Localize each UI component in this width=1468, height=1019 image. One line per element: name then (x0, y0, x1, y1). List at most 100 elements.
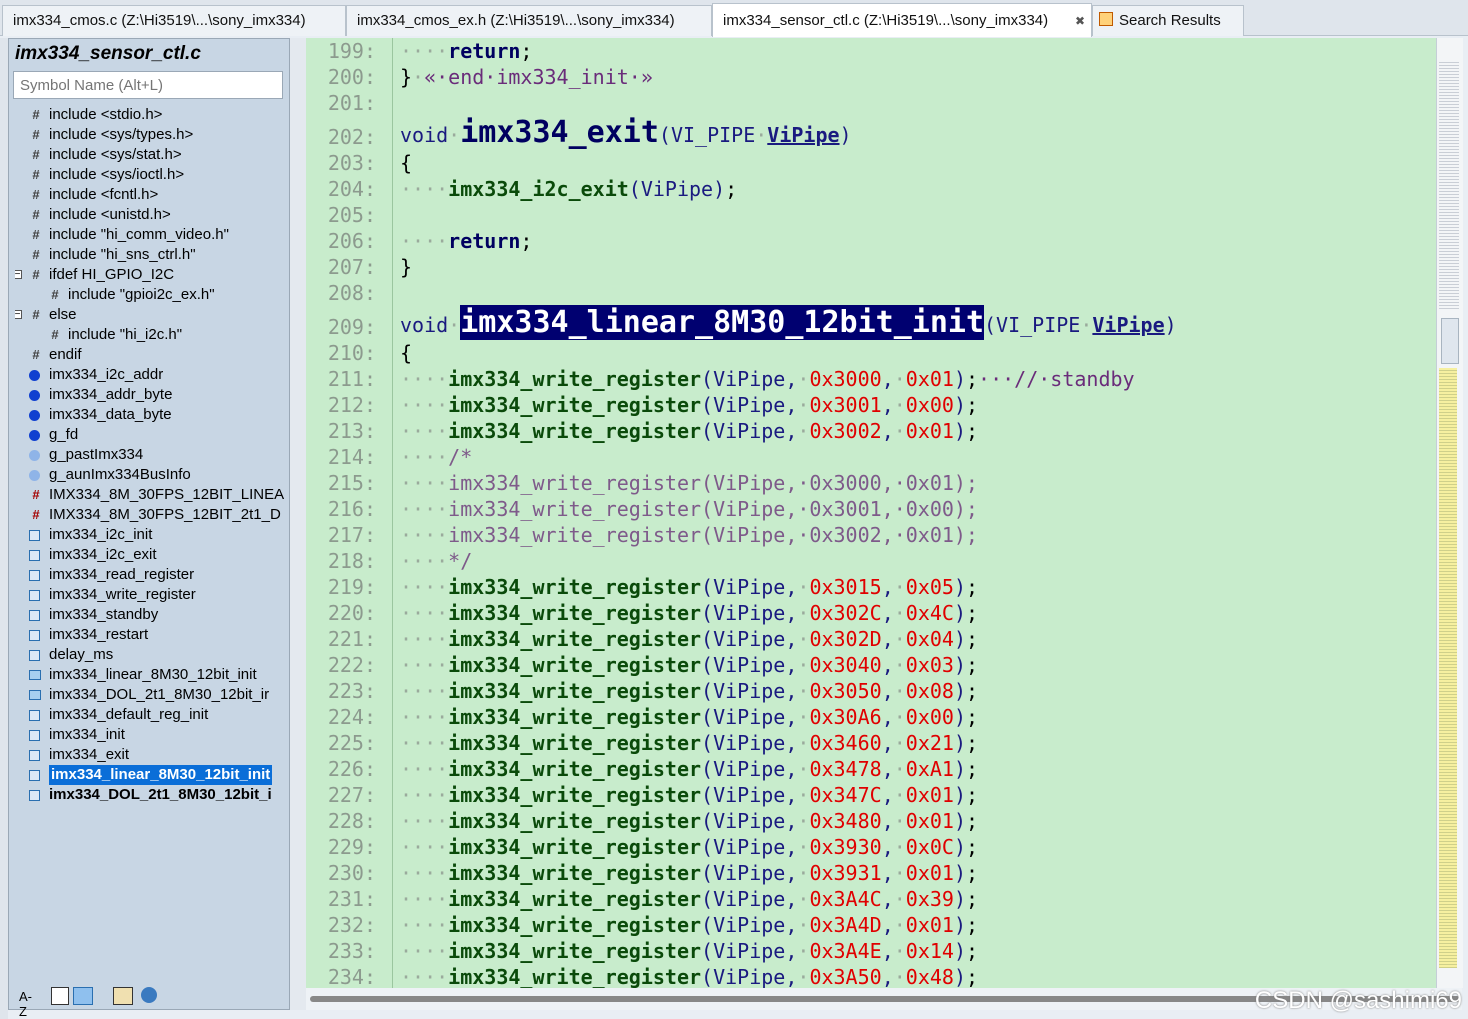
code-line[interactable]: ····imx334_write_register(ViPipe,·0x3040… (400, 652, 978, 678)
window-edge (0, 38, 8, 1019)
code-line[interactable]: }·«·end·imx334_init·» (400, 64, 653, 90)
code-line[interactable]: ····imx334_write_register(ViPipe,·0x3015… (400, 574, 978, 600)
code-line[interactable]: ····imx334_write_register(ViPipe,·0x347C… (400, 782, 978, 808)
symbol-label: imx334_init (49, 726, 125, 743)
tab-imx334-cmos-ex-h[interactable]: imx334_cmos_ex.h (Z:\Hi3519\...\sony_imx… (346, 5, 712, 36)
symbol-label: ifdef HI_GPIO_I2C (49, 266, 175, 283)
line-number: 220: (327, 601, 376, 625)
symbol-label: include <sys/ioctl.h> (49, 166, 185, 183)
code-line[interactable]: ····imx334_write_register(ViPipe,·0x30A6… (400, 704, 978, 730)
code-line[interactable]: ····imx334_write_register(ViPipe,·0x3931… (400, 860, 978, 886)
collapse-icon[interactable]: − (15, 310, 22, 320)
code-line[interactable]: } (400, 254, 412, 280)
code-line[interactable]: ····imx334_write_register(ViPipe,·0x3002… (400, 418, 978, 444)
code-line[interactable]: { (400, 150, 412, 176)
book-icon[interactable] (113, 987, 133, 1005)
hash-icon: # (32, 127, 40, 142)
code-line[interactable]: ····imx334_write_register(ViPipe,·0x3A4C… (400, 886, 978, 912)
code-line[interactable]: ····imx334_write_register(ViPipe,·0x3460… (400, 730, 978, 756)
code-line[interactable]: ····imx334_i2c_exit(ViPipe); (400, 176, 737, 202)
line-number: 227: (327, 783, 376, 807)
symbol-label: imx334_linear_8M30_12bit_init (49, 765, 273, 785)
code-line[interactable]: ····imx334_write_register(ViPipe,·0x302D… (400, 626, 978, 652)
scrollbar-thumb[interactable] (1441, 318, 1459, 364)
function-icon (29, 710, 40, 721)
symbol-label: imx334_addr_byte (49, 386, 173, 403)
code-line[interactable]: ····imx334_write_register(ViPipe,·0x3A50… (400, 964, 978, 988)
symbol-label: IMX334_8M_30FPS_12BIT_LINEA (49, 486, 285, 503)
code-line[interactable]: void·imx334_linear_8M30_12bit_init(VI_PI… (400, 305, 1177, 342)
code-line[interactable]: ····/* (400, 444, 472, 470)
function-decl-icon (29, 690, 41, 700)
hash-icon: # (32, 167, 40, 182)
line-number: 217: (327, 523, 376, 547)
function-icon (29, 770, 40, 781)
tab-label: Search Results (1119, 12, 1221, 29)
code-line[interactable]: ····imx334_write_register(ViPipe,·0x3000… (400, 366, 1135, 392)
code-line[interactable]: ····imx334_write_register(ViPipe,·0x3001… (400, 496, 978, 522)
category-view-icon[interactable] (73, 987, 93, 1005)
code-line[interactable]: { (400, 340, 412, 366)
hash-icon: # (32, 207, 40, 222)
tab-imx334-sensor-ctl-c[interactable]: imx334_sensor_ctl.c (Z:\Hi3519\...\sony_… (712, 3, 1092, 37)
line-number: 222: (327, 653, 376, 677)
symbol-label: imx334_i2c_addr (49, 366, 164, 383)
line-number: 213: (327, 419, 376, 443)
code-line[interactable]: ····return; (400, 228, 532, 254)
code-line[interactable]: ····imx334_write_register(ViPipe,·0x3930… (400, 834, 978, 860)
variable-icon (29, 430, 40, 441)
function-icon (29, 550, 40, 561)
gear-icon[interactable] (141, 987, 157, 1003)
line-number: 221: (327, 627, 376, 651)
code-line[interactable]: ····return; (400, 38, 532, 64)
symbol-label: else (49, 306, 77, 323)
collapse-icon[interactable]: − (15, 270, 22, 280)
symbol-label: include "hi_i2c.h" (68, 326, 183, 343)
symbol-label: include "gpioi2c_ex.h" (68, 286, 215, 303)
symbol-label: include <fcntl.h> (49, 186, 159, 203)
code-editor[interactable]: 199: 200: 201: 202: 203: 204: 205: 206: 207: 208:… (306, 38, 1436, 988)
code-line[interactable]: ····imx334_write_register(ViPipe,·0x3A4D… (400, 912, 978, 938)
symbol-label: include <unistd.h> (49, 206, 171, 223)
line-number: 230: (327, 861, 376, 885)
line-number: 216: (327, 497, 376, 521)
hash-icon: # (32, 107, 40, 122)
macro-icon: # (32, 487, 40, 502)
code-line[interactable]: ····imx334_write_register(ViPipe,·0x3002… (400, 522, 978, 548)
symbol-label: g_pastImx334 (49, 446, 144, 463)
hash-icon: # (32, 347, 40, 362)
code-line[interactable]: ····*/ (400, 548, 472, 574)
code-line[interactable]: ····imx334_write_register(ViPipe,·0x302C… (400, 600, 978, 626)
code-line[interactable]: void·imx334_exit(VI_PIPE·ViPipe) (400, 116, 852, 152)
symbol-label: imx334_linear_8M30_12bit_init (49, 666, 257, 683)
close-icon[interactable]: ✖ (1075, 4, 1085, 37)
code-line[interactable]: ····imx334_write_register(ViPipe,·0x3000… (400, 470, 978, 496)
symbol-search-input[interactable] (13, 71, 283, 99)
tab-label: imx334_cmos_ex.h (Z:\Hi3519\...\sony_imx… (357, 12, 675, 29)
code-line[interactable]: ····imx334_write_register(ViPipe,·0x3480… (400, 808, 978, 834)
search-results-icon (1099, 12, 1113, 27)
line-number: 208: (327, 281, 376, 305)
line-number: 223: (327, 679, 376, 703)
tab-search-results[interactable]: Search Results (1092, 5, 1244, 36)
sort-az-button[interactable]: A-Z (19, 989, 32, 1019)
symbol-label: include <sys/stat.h> (49, 146, 182, 163)
tab-label: imx334_sensor_ctl.c (Z:\Hi3519\...\sony_… (723, 12, 1049, 29)
vertical-scrollbar[interactable] (1436, 38, 1463, 988)
hash-icon: # (32, 247, 40, 262)
symbol-window: imx334_sensor_ctl.c # include <stdio.h> # i… (8, 38, 290, 1019)
code-line[interactable]: ····imx334_write_register(ViPipe,·0x3478… (400, 756, 978, 782)
line-number: 209: (327, 315, 376, 339)
splitter[interactable] (290, 38, 306, 1010)
code-line[interactable]: ····imx334_write_register(ViPipe,·0x3050… (400, 678, 978, 704)
hash-icon: # (51, 327, 59, 342)
code-line[interactable]: ····imx334_write_register(ViPipe,·0x3A4E… (400, 938, 978, 964)
symbol-label: imx334_exit (49, 746, 130, 763)
variable-icon (29, 410, 40, 421)
symbol-label: g_aunImx334BusInfo (49, 466, 191, 483)
tab-imx334-cmos-c[interactable]: imx334_cmos.c (Z:\Hi3519\...\sony_imx334… (2, 5, 346, 36)
code-line[interactable]: ····imx334_write_register(ViPipe,·0x3001… (400, 392, 978, 418)
function-icon (29, 570, 40, 581)
list-view-icon[interactable] (51, 987, 69, 1005)
symbol-tree: # include <stdio.h> # include <sys/types.h>… (15, 105, 285, 965)
